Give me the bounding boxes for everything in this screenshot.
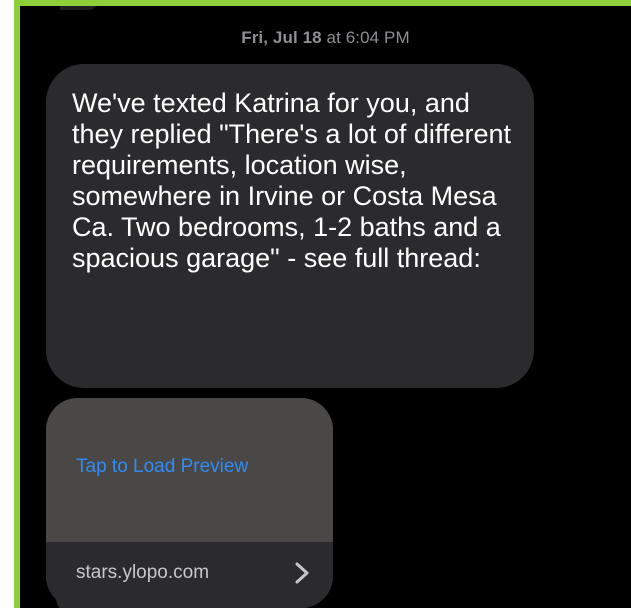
incoming-message-bubble[interactable]: We've texted Katrina for you, and they r…	[46, 64, 534, 388]
timestamp-day: Fri, Jul 18	[241, 28, 322, 47]
message-timestamp: Fri, Jul 18 at 6:04 PM	[20, 28, 631, 48]
link-domain: stars.ylopo.com	[76, 562, 210, 583]
tap-to-load-preview-link[interactable]: Tap to Load Preview	[76, 456, 248, 478]
previous-bubble-tail	[60, 6, 100, 10]
preview-bubble-tail	[56, 598, 80, 608]
link-preview-image-area[interactable]: Tap to Load Preview	[46, 398, 333, 542]
link-preview-footer[interactable]: stars.ylopo.com	[46, 542, 333, 608]
message-text: We've texted Katrina for you, and they r…	[72, 88, 511, 273]
message-thread[interactable]: Fri, Jul 18 at 6:04 PM We've texted Katr…	[20, 6, 631, 608]
timestamp-time: at 6:04 PM	[321, 28, 410, 47]
app-frame: Fri, Jul 18 at 6:04 PM We've texted Katr…	[0, 0, 631, 608]
link-preview-card[interactable]: Tap to Load Preview stars.ylopo.com	[46, 398, 333, 608]
chevron-right-icon	[295, 562, 309, 584]
